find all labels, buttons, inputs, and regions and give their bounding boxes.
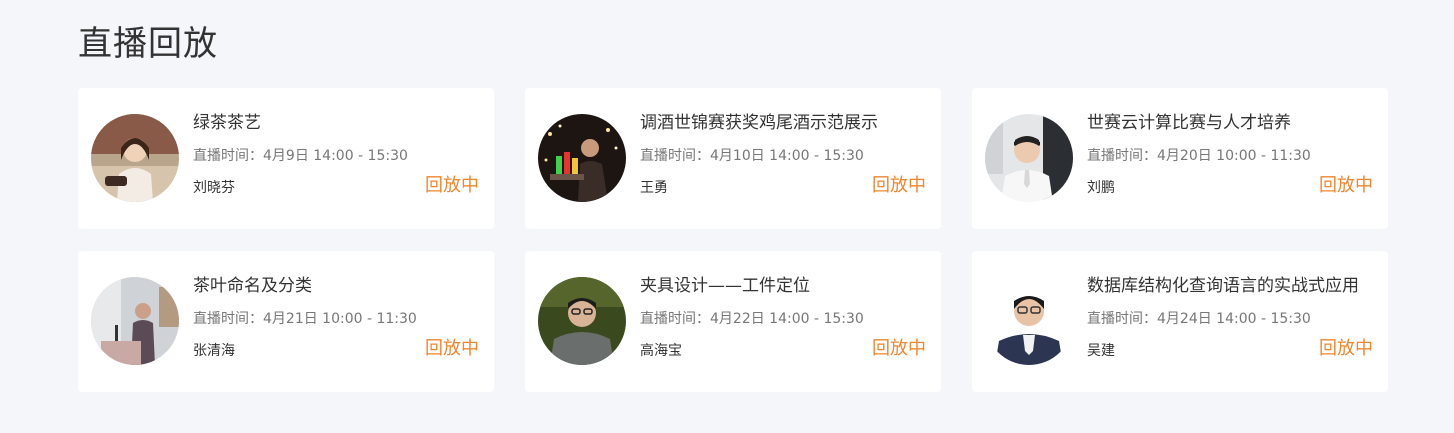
host-avatar (985, 277, 1073, 365)
host-avatar (91, 277, 179, 365)
live-replay-section: 直播回放 绿茶茶艺 直播时间：4月9日 14:00 - 15:30 刘晓芬 回放… (0, 0, 1454, 433)
time-prefix: 直播时间： (1087, 148, 1157, 164)
replay-card[interactable]: 调酒世锦赛获奖鸡尾酒示范展示 直播时间：4月10日 14:00 - 15:30 … (525, 88, 941, 229)
replay-status-link[interactable]: 回放中 (425, 174, 479, 198)
broadcast-time: 直播时间：4月24日 14:00 - 15:30 (1087, 309, 1311, 329)
time-value: 4月21日 10:00 - 11:30 (263, 311, 417, 327)
time-value: 4月22日 14:00 - 15:30 (710, 311, 864, 327)
host-avatar (91, 114, 179, 202)
host-name: 吴建 (1087, 343, 1115, 359)
host-avatar (538, 114, 626, 202)
course-title[interactable]: 世赛云计算比赛与人才培养 (1087, 111, 1291, 135)
host-name: 刘鹏 (1087, 180, 1115, 196)
replay-status-link[interactable]: 回放中 (1319, 174, 1373, 198)
host-name: 高海宝 (640, 343, 682, 359)
broadcast-time: 直播时间：4月21日 10:00 - 11:30 (193, 309, 417, 329)
replay-status-link[interactable]: 回放中 (1319, 337, 1373, 361)
replay-status-link[interactable]: 回放中 (872, 337, 926, 361)
replay-card[interactable]: 数据库结构化查询语言的实战式应用 直播时间：4月24日 14:00 - 15:3… (972, 251, 1388, 392)
broadcast-time: 直播时间：4月10日 14:00 - 15:30 (640, 146, 864, 166)
replay-card[interactable]: 世赛云计算比赛与人才培养 直播时间：4月20日 10:00 - 11:30 刘鹏… (972, 88, 1388, 229)
replay-card[interactable]: 绿茶茶艺 直播时间：4月9日 14:00 - 15:30 刘晓芬 回放中 (78, 88, 494, 229)
course-title[interactable]: 绿茶茶艺 (193, 111, 261, 135)
course-title[interactable]: 夹具设计——工件定位 (640, 274, 810, 298)
host-name: 王勇 (640, 180, 668, 196)
time-value: 4月24日 14:00 - 15:30 (1157, 311, 1311, 327)
broadcast-time: 直播时间：4月9日 14:00 - 15:30 (193, 146, 408, 166)
time-prefix: 直播时间： (193, 311, 263, 327)
time-value: 4月10日 14:00 - 15:30 (710, 148, 864, 164)
replay-card[interactable]: 夹具设计——工件定位 直播时间：4月22日 14:00 - 15:30 高海宝 … (525, 251, 941, 392)
host-avatar (985, 114, 1073, 202)
replay-card-grid: 绿茶茶艺 直播时间：4月9日 14:00 - 15:30 刘晓芬 回放中 调酒世… (78, 88, 1388, 392)
replay-status-link[interactable]: 回放中 (425, 337, 479, 361)
host-avatar (538, 277, 626, 365)
time-value: 4月9日 14:00 - 15:30 (263, 148, 408, 164)
time-value: 4月20日 10:00 - 11:30 (1157, 148, 1311, 164)
host-name: 刘晓芬 (193, 180, 235, 196)
replay-card[interactable]: 茶叶命名及分类 直播时间：4月21日 10:00 - 11:30 张清海 回放中 (78, 251, 494, 392)
host-name: 张清海 (193, 343, 235, 359)
time-prefix: 直播时间： (1087, 311, 1157, 327)
replay-status-link[interactable]: 回放中 (872, 174, 926, 198)
time-prefix: 直播时间： (640, 311, 710, 327)
time-prefix: 直播时间： (193, 148, 263, 164)
broadcast-time: 直播时间：4月22日 14:00 - 15:30 (640, 309, 864, 329)
course-title[interactable]: 调酒世锦赛获奖鸡尾酒示范展示 (640, 111, 878, 135)
section-title: 直播回放 (78, 24, 218, 64)
course-title[interactable]: 茶叶命名及分类 (193, 274, 312, 298)
broadcast-time: 直播时间：4月20日 10:00 - 11:30 (1087, 146, 1311, 166)
time-prefix: 直播时间： (640, 148, 710, 164)
course-title[interactable]: 数据库结构化查询语言的实战式应用 (1087, 274, 1359, 298)
